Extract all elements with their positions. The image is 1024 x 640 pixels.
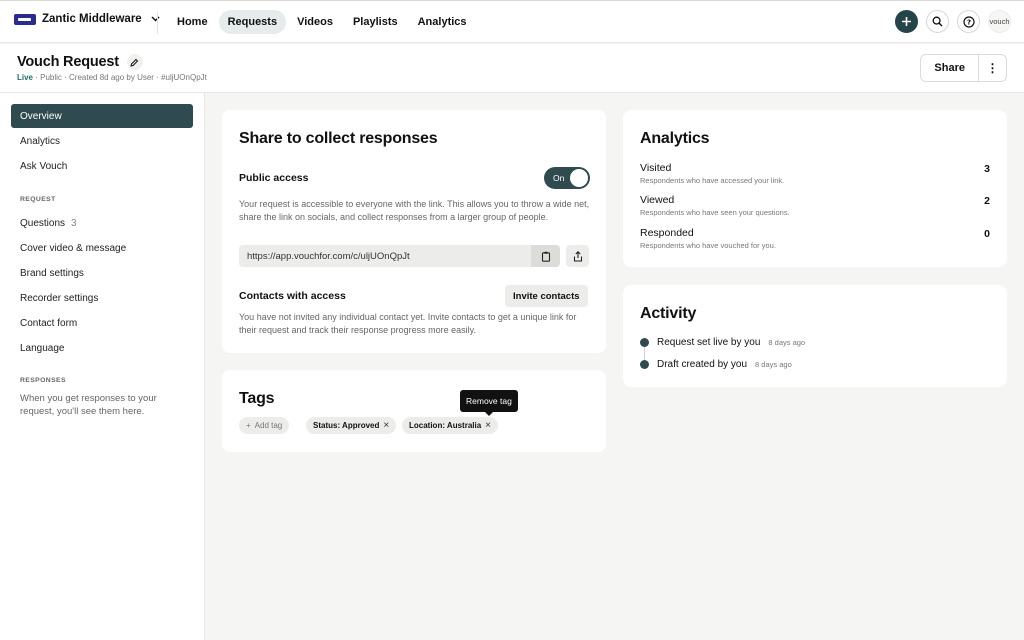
page-title: Vouch Request: [17, 54, 119, 70]
sidebar-item-recorder-settings[interactable]: Recorder settings: [11, 286, 193, 310]
nav-divider: [157, 12, 158, 34]
nav-videos[interactable]: Videos: [288, 10, 342, 34]
stat-visited: Visited Respondents who have accessed yo…: [640, 162, 990, 185]
sidebar-item-brand-settings[interactable]: Brand settings: [11, 261, 193, 285]
tag-chip: Status: Approved ×: [306, 417, 397, 434]
tags-card: Tags Remove tag + Add tag Status: Approv…: [222, 370, 606, 452]
remove-tag-icon[interactable]: ×: [485, 420, 491, 431]
toggle-state-label: On: [553, 173, 565, 183]
analytics-card: Analytics Visited Respondents who have a…: [623, 110, 1007, 267]
plus-icon: +: [246, 421, 251, 430]
sidebar-item-overview[interactable]: Overview: [11, 104, 193, 128]
search-icon: [932, 16, 943, 27]
search-button[interactable]: [926, 10, 949, 33]
stat-description: Respondents who have vouched for you.: [640, 241, 776, 250]
help-icon: ?: [962, 15, 975, 28]
public-access-label: Public access: [239, 172, 309, 184]
nav-playlists[interactable]: Playlists: [344, 10, 407, 34]
tags-title: Tags: [239, 390, 275, 407]
copy-link-button[interactable]: [531, 245, 560, 267]
meta-text: · Public · Created 8d ago by User · #ulj…: [33, 73, 207, 82]
add-tag-button[interactable]: + Add tag: [239, 417, 290, 434]
top-navbar: Zantic Middleware Home Requests Videos P…: [0, 0, 1024, 43]
tag-chip: Location: Australia ×: [402, 417, 498, 434]
toggle-knob: [570, 169, 588, 187]
share-card: Share to collect responses Public access…: [222, 110, 606, 353]
share-button[interactable]: Share: [920, 54, 979, 82]
sidebar-item-cover-video[interactable]: Cover video & message: [11, 236, 193, 260]
timeline-dot: [640, 360, 649, 369]
remove-tag-icon[interactable]: ×: [383, 420, 389, 431]
nav-requests[interactable]: Requests: [218, 10, 287, 34]
sidebar-item-language[interactable]: Language: [11, 336, 193, 360]
sidebar-item-label: Questions: [20, 217, 66, 229]
edit-title-button[interactable]: [126, 54, 143, 70]
activity-text: Draft created by you: [657, 359, 748, 370]
share-icon: [573, 250, 582, 262]
create-button[interactable]: [895, 10, 918, 33]
stat-responded: Responded Respondents who have vouched f…: [640, 227, 990, 250]
activity-item: Request set live by you 8 days ago: [640, 337, 805, 348]
stat-value: 3: [984, 163, 990, 175]
stat-description: Respondents who have accessed your link.: [640, 176, 785, 185]
timeline-dot: [640, 338, 649, 347]
share-out-button[interactable]: [566, 245, 589, 267]
activity-time: 8 days ago: [768, 338, 806, 347]
analytics-title: Analytics: [640, 130, 710, 147]
activity-card: Activity Request set live by you 8 days …: [623, 285, 1007, 387]
stat-name: Visited: [640, 162, 672, 174]
add-tag-label: Add tag: [254, 421, 283, 430]
activity-item: Draft created by you 8 days ago: [640, 359, 792, 370]
share-link-text: https://app.vouchfor.com/c/uljUOnQpJt: [247, 251, 410, 262]
public-access-toggle[interactable]: On: [544, 167, 590, 189]
help-button[interactable]: ?: [957, 10, 980, 33]
stat-name: Viewed: [640, 194, 675, 206]
activity-title: Activity: [640, 305, 697, 322]
sidebar-item-analytics[interactable]: Analytics: [11, 129, 193, 153]
stat-description: Respondents who have seen your questions…: [640, 208, 790, 217]
request-meta: Live · Public · Created 8d ago by User ·…: [17, 73, 207, 82]
user-avatar[interactable]: vouch: [988, 10, 1011, 33]
sidebar: Overview Analytics Ask Vouch REQUEST Que…: [0, 93, 205, 640]
responses-note: When you get responses to your request, …: [20, 393, 157, 417]
tag-label: Status: Approved: [313, 421, 380, 430]
contacts-access-label: Contacts with access: [239, 290, 346, 302]
plus-icon: [902, 17, 911, 26]
sidebar-heading-request: REQUEST: [20, 196, 56, 203]
invite-contacts-button[interactable]: Invite contacts: [505, 285, 588, 307]
pencil-icon: [130, 58, 139, 67]
share-link-field[interactable]: https://app.vouchfor.com/c/uljUOnQpJt: [239, 245, 560, 267]
clipboard-icon: [541, 251, 550, 262]
tag-label: Location: Australia: [409, 421, 482, 430]
status-badge: Live: [17, 73, 34, 82]
contacts-description: You have not invited any individual cont…: [239, 312, 577, 335]
questions-count: 3: [71, 217, 77, 229]
page-header: Vouch Request Live · Public · Created 8d…: [0, 44, 1024, 93]
svg-text:?: ?: [966, 18, 970, 26]
nav-analytics[interactable]: Analytics: [409, 10, 476, 34]
stat-name: Responded: [640, 227, 694, 239]
main-nav: Home Requests Videos Playlists Analytics: [168, 10, 476, 34]
more-options-button[interactable]: ⋮: [979, 54, 1007, 82]
public-access-description: Your request is accessible to everyone w…: [239, 199, 590, 222]
share-card-title: Share to collect responses: [239, 130, 438, 147]
activity-text: Request set live by you: [657, 337, 761, 348]
org-switcher[interactable]: Zantic Middleware: [14, 13, 160, 25]
remove-tag-tooltip: Remove tag: [460, 390, 518, 416]
top-actions: ? vouch: [895, 10, 1011, 33]
nav-home[interactable]: Home: [168, 10, 217, 34]
stat-value: 2: [984, 195, 990, 207]
sidebar-item-contact-form[interactable]: Contact form: [11, 311, 193, 335]
chevron-down-icon: [151, 14, 160, 24]
sidebar-item-questions[interactable]: Questions 3: [11, 211, 193, 235]
sidebar-item-ask-vouch[interactable]: Ask Vouch: [11, 154, 193, 178]
org-name: Zantic Middleware: [42, 13, 142, 25]
activity-time: 8 days ago: [755, 360, 792, 369]
stat-viewed: Viewed Respondents who have seen your qu…: [640, 194, 990, 217]
stat-value: 0: [984, 228, 990, 240]
org-logo: [14, 13, 36, 25]
sidebar-heading-responses: RESPONSES: [20, 377, 66, 384]
